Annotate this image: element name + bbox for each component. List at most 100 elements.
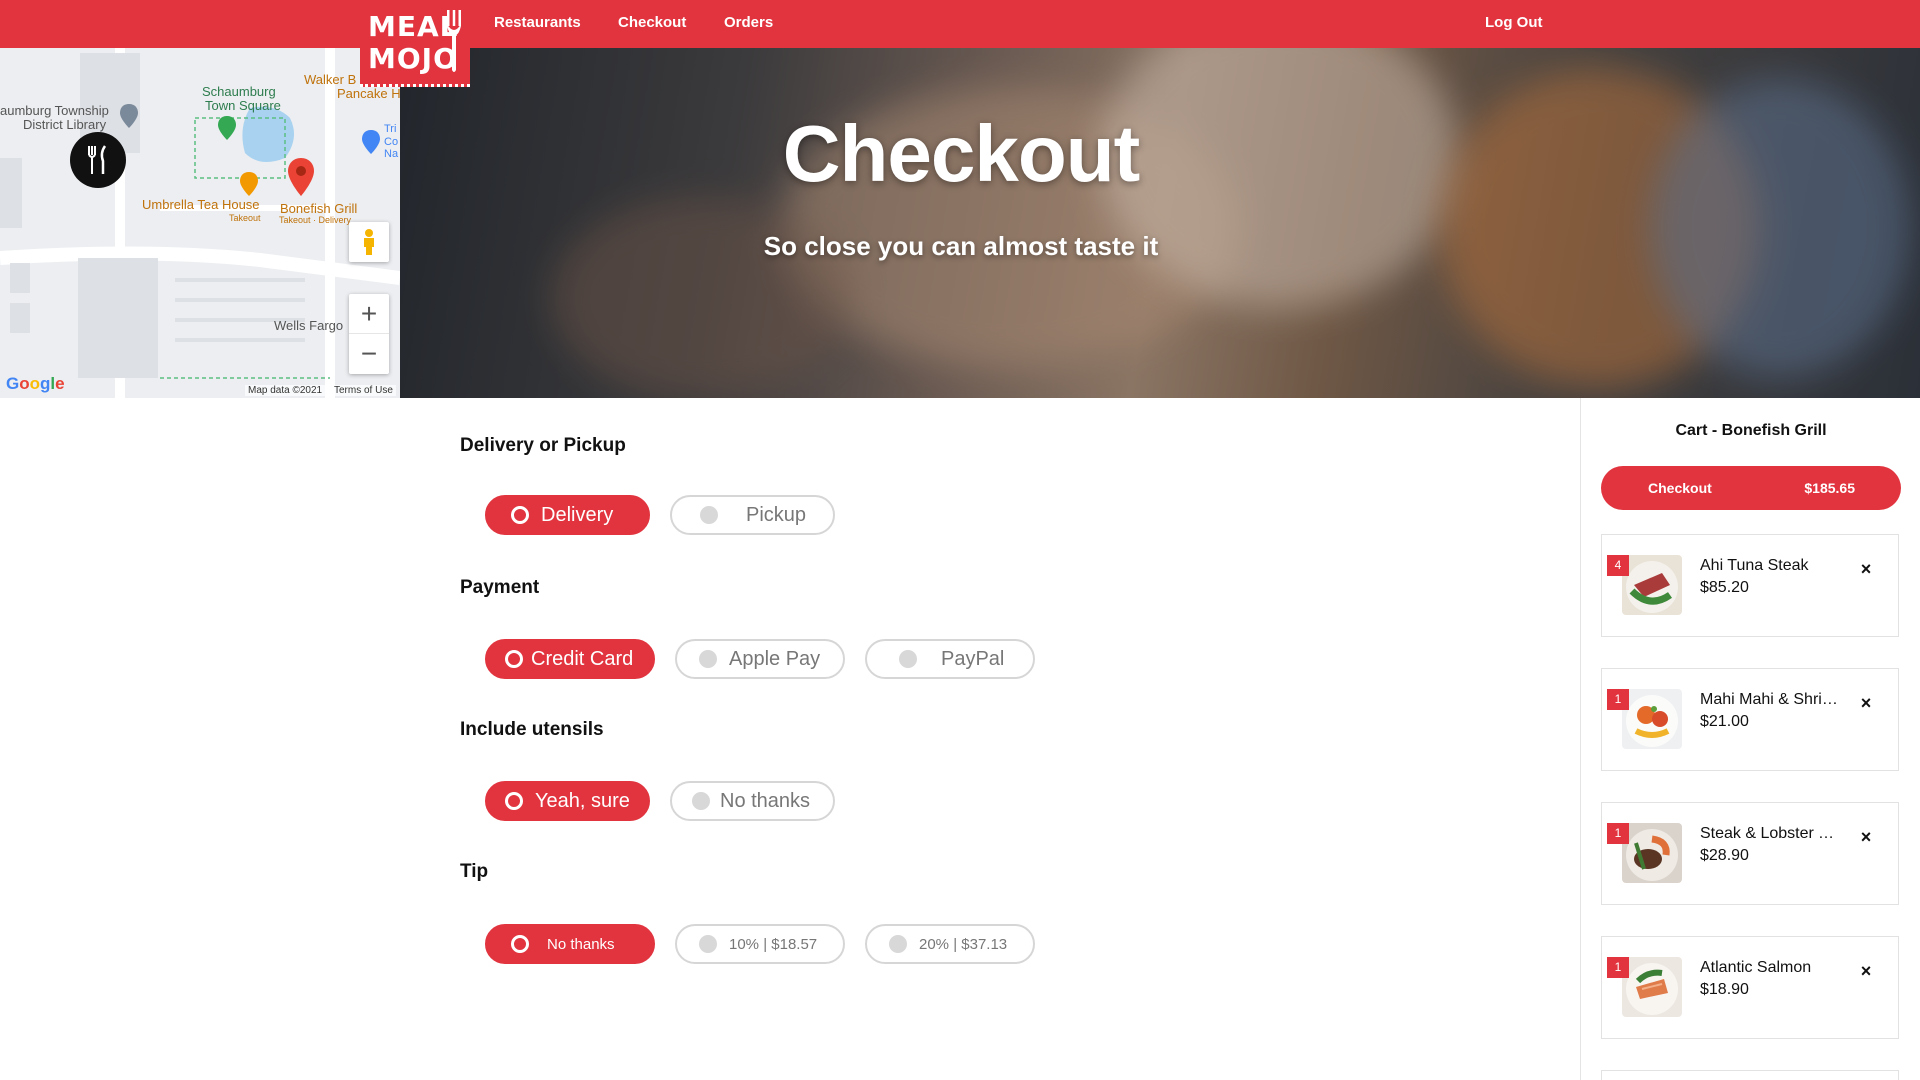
radio-unselected-icon xyxy=(899,650,917,668)
cart-title: Cart - Bonefish Grill xyxy=(1675,422,1827,439)
map-sublabel-tea-house: Takeout xyxy=(229,213,261,223)
zoom-in-button[interactable]: + xyxy=(349,294,389,334)
tip-none-option[interactable]: No thanks xyxy=(485,924,655,964)
library-pin-icon[interactable] xyxy=(120,104,138,133)
radio-selected-icon xyxy=(505,650,523,668)
tip-20-option[interactable]: 20% | $37.13 xyxy=(865,924,1035,964)
radio-unselected-icon xyxy=(692,792,710,810)
google-logo: Google xyxy=(6,374,65,393)
cart-item xyxy=(1601,1070,1899,1080)
cart-item-quantity: 1 xyxy=(1607,689,1629,710)
map-terms-link[interactable]: Terms of Use xyxy=(331,385,396,396)
meal-mojo-logo[interactable]: MEAL MOJO xyxy=(360,0,470,87)
credit-card-option-label: Credit Card xyxy=(531,647,634,670)
mahi-mahi-food-image xyxy=(1622,689,1682,749)
cart-item-price: $85.20 xyxy=(1700,579,1749,596)
payment-section-title: Payment xyxy=(460,577,540,598)
map-label-wells-fargo: Wells Fargo xyxy=(274,318,344,333)
cart-item-quantity: 4 xyxy=(1607,555,1629,576)
logo-text-mojo: MOJO xyxy=(368,42,458,75)
cart-checkout-button[interactable]: Checkout $185.65 xyxy=(1601,466,1901,510)
apple-pay-option-label: Apple Pay xyxy=(729,647,821,670)
tip-10-option[interactable]: 10% | $18.57 xyxy=(675,924,845,964)
tip-10-option-label: 10% | $18.57 xyxy=(729,935,818,953)
utensils-section-title: Include utensils xyxy=(460,719,604,740)
radio-unselected-icon xyxy=(889,935,907,953)
nav-checkout-link[interactable]: Checkout xyxy=(618,14,686,31)
steak-lobster-food-image xyxy=(1622,823,1682,883)
page-subtitle: So close you can almost taste it xyxy=(763,231,1159,261)
fork-icon xyxy=(447,10,461,72)
map-label-library-2: District Library xyxy=(23,117,107,132)
restaurant-map[interactable]: aumburg Township District Library Schaum… xyxy=(0,48,400,398)
utensils-yes-option-label: Yeah, sure xyxy=(535,789,630,812)
map-label-town-square: Schaumburg xyxy=(202,84,276,99)
utensils-no-option[interactable]: No thanks xyxy=(670,781,835,821)
zoom-out-button[interactable]: − xyxy=(349,334,389,374)
cart-panel: Cart - Bonefish Grill Checkout $185.65 4… xyxy=(1580,398,1920,1080)
delivery-section-title: Delivery or Pickup xyxy=(460,435,626,456)
remove-item-icon[interactable]: × xyxy=(1856,693,1876,713)
cart-item: 1 Mahi Mahi & Shrimp $21.00 × xyxy=(1601,668,1899,771)
checkout-hero: Checkout So close you can almost taste i… xyxy=(400,48,1920,398)
atlantic-salmon-food-image xyxy=(1622,957,1682,1017)
radio-selected-icon xyxy=(505,792,523,810)
utensils-yes-option[interactable]: Yeah, sure xyxy=(485,781,650,821)
transit-pin-icon[interactable] xyxy=(362,130,380,159)
radio-unselected-icon xyxy=(700,506,718,524)
cart-item-name: Atlantic Salmon xyxy=(1700,959,1812,976)
map-label-tri: Tri xyxy=(384,123,397,135)
tip-section-title: Tip xyxy=(460,861,489,882)
remove-item-icon[interactable]: × xyxy=(1856,559,1876,579)
map-label-town-square-2: Town Square xyxy=(205,98,281,113)
cart-item-price: $28.90 xyxy=(1700,847,1749,864)
radio-selected-icon xyxy=(511,935,529,953)
cart-checkout-total: $185.65 xyxy=(1804,480,1855,496)
hero-photo-blob xyxy=(1650,78,1910,378)
radio-unselected-icon xyxy=(699,650,717,668)
cart-item: 4 Ahi Tuna Steak $85.20 × xyxy=(1601,534,1899,637)
top-nav: Restaurants Checkout Orders Log Out xyxy=(0,0,1920,48)
cart-item: 1 Atlantic Salmon $18.90 × xyxy=(1601,936,1899,1039)
cart-item-price: $21.00 xyxy=(1700,713,1749,730)
cart-item: 1 Steak & Lobster Tail $28.90 × xyxy=(1601,802,1899,905)
tip-none-option-label: No thanks xyxy=(547,935,615,953)
cart-item-quantity: 1 xyxy=(1607,823,1629,844)
delivery-option-label: Delivery xyxy=(541,503,614,526)
pickup-option[interactable]: Pickup xyxy=(670,495,835,535)
map-label-walker: Walker B xyxy=(304,72,357,87)
map-zoom-controls: + − xyxy=(349,294,389,374)
nav-restaurants-link[interactable]: Restaurants xyxy=(494,14,581,31)
delivery-option[interactable]: Delivery xyxy=(485,495,650,535)
hero-photo-blob xyxy=(550,198,850,398)
apple-pay-option[interactable]: Apple Pay xyxy=(675,639,845,679)
credit-card-option[interactable]: Credit Card xyxy=(485,639,655,679)
selected-location-pin-icon[interactable] xyxy=(288,158,314,201)
remove-item-icon[interactable]: × xyxy=(1856,961,1876,981)
remove-item-icon[interactable]: × xyxy=(1856,827,1876,847)
radio-unselected-icon xyxy=(699,935,717,953)
cart-checkout-label: Checkout xyxy=(1648,480,1712,496)
street-view-pegman-icon[interactable] xyxy=(349,222,389,262)
map-data-attribution: Map data ©2021 xyxy=(245,385,326,396)
map-label-tea-house: Umbrella Tea House xyxy=(142,197,260,212)
map-label-tri-2: Co xyxy=(384,136,399,148)
map-sublabel-bonefish: Takeout · Delivery xyxy=(279,215,352,225)
page-title: Checkout xyxy=(782,109,1141,198)
map-label-bonefish: Bonefish Grill xyxy=(280,201,358,216)
logo-text-meal: MEAL xyxy=(368,10,459,43)
cart-item-name: Steak & Lobster Tail xyxy=(1700,825,1840,842)
paypal-option[interactable]: PayPal xyxy=(865,639,1035,679)
map-label-library: aumburg Township xyxy=(0,103,109,118)
cart-item-quantity: 1 xyxy=(1607,957,1629,978)
restaurant-marker-icon[interactable] xyxy=(70,132,126,188)
radio-selected-icon xyxy=(511,506,529,524)
map-label-tri-3: Na xyxy=(384,148,399,160)
utensils-no-option-label: No thanks xyxy=(720,789,811,812)
ahi-tuna-food-image xyxy=(1622,555,1682,615)
pickup-option-label: Pickup xyxy=(746,503,807,526)
nav-orders-link[interactable]: Orders xyxy=(724,14,773,31)
cart-item-name: Mahi Mahi & Shrimp xyxy=(1700,691,1840,708)
park-pin-icon[interactable] xyxy=(218,116,236,145)
logout-link[interactable]: Log Out xyxy=(1485,14,1542,31)
